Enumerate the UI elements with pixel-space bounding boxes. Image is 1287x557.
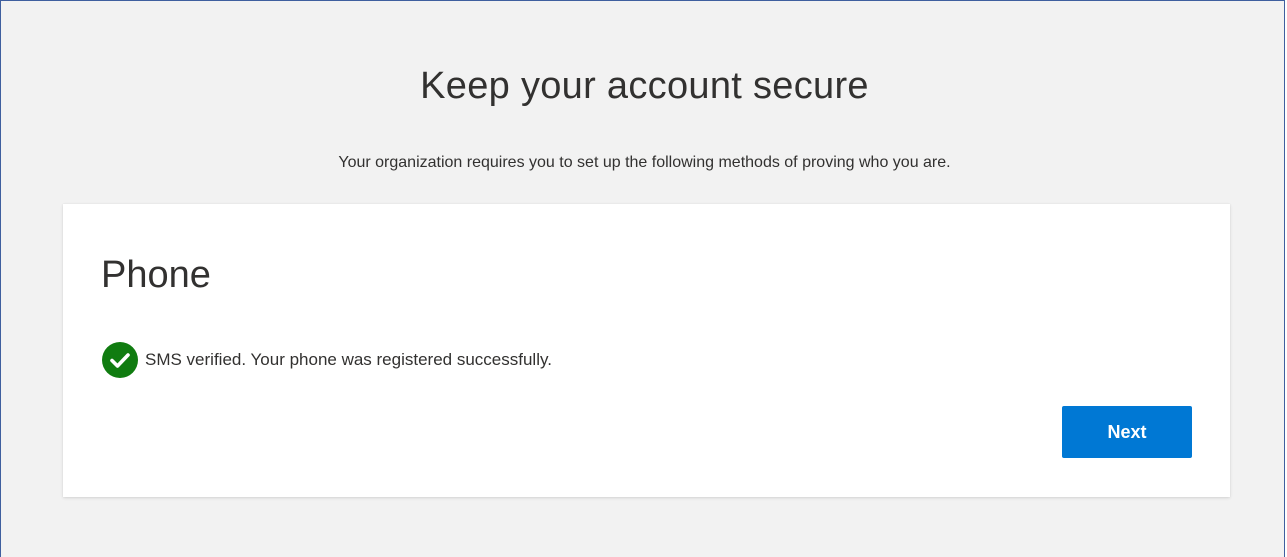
card-title: Phone [101,254,211,296]
next-button[interactable]: Next [1062,406,1192,458]
page-title: Keep your account secure [420,65,869,107]
status-message: SMS verified. Your phone was registered … [145,350,552,369]
page-subtitle: Your organization requires you to set up… [338,154,951,171]
verification-status: SMS verified. Your phone was registered … [101,341,552,379]
page-frame: Keep your account secure Your organizati… [0,0,1285,557]
phone-method-card: Phone SMS verified. Your phone was regis… [63,204,1230,497]
check-circle-icon [101,341,139,379]
